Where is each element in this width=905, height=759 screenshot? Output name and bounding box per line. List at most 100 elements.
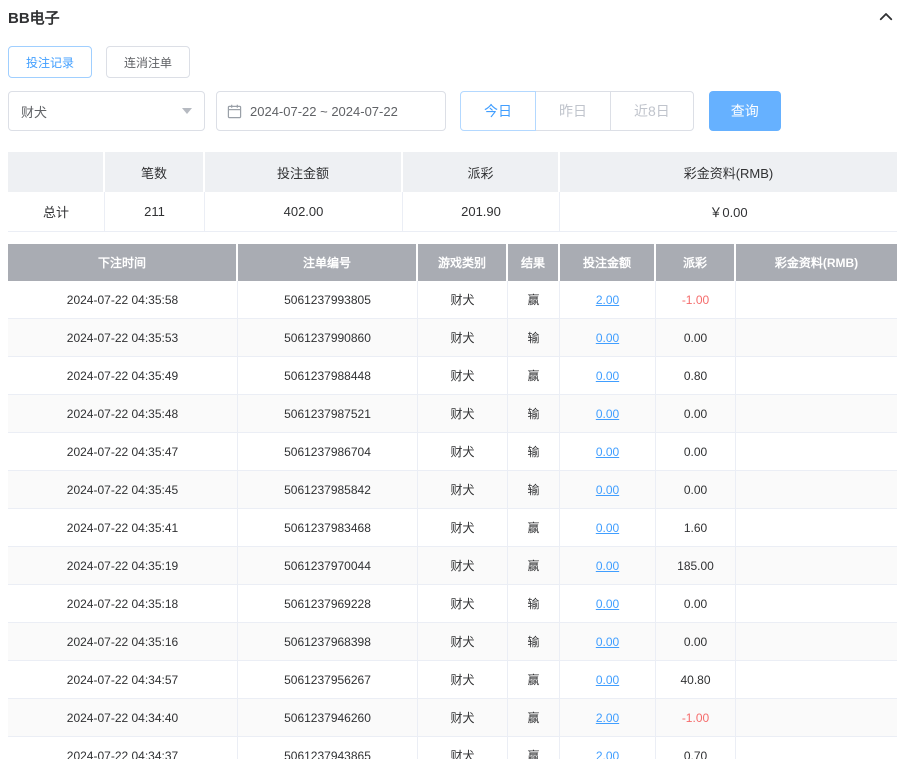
summary-payout-value: 201.90 [403, 192, 560, 231]
game-select[interactable]: 财犬 [8, 91, 205, 131]
bet-record-row: 2024-07-22 04:34:37 5061237943865 财犬赢 2.00 0… [8, 737, 897, 759]
payout-cell: 40.80 [656, 661, 736, 698]
payout-cell: 0.00 [656, 433, 736, 470]
quick-today-button[interactable]: 今日 [460, 91, 536, 131]
bet-amount-link[interactable]: 0.00 [596, 673, 619, 687]
bet-time-cell: 2024-07-22 04:35:19 [8, 547, 238, 584]
bonus-cell [736, 281, 897, 318]
summary-bet-amount-value: 402.00 [205, 192, 403, 231]
result-cell: 赢 [508, 281, 560, 318]
bet-amount-link[interactable]: 0.00 [596, 369, 619, 383]
game-select-value: 财犬 [21, 104, 48, 120]
tab-bar: 投注记录 连消注单 [8, 46, 897, 78]
order-id-cell: 5061237986704 [238, 433, 418, 470]
order-id-cell: 5061237987521 [238, 395, 418, 432]
game-type-cell: 财犬 [418, 623, 508, 660]
bet-amount-link[interactable]: 0.00 [596, 521, 619, 535]
payout-cell: -1.00 [656, 699, 736, 736]
game-type-cell: 财犬 [418, 319, 508, 356]
bet-time-cell: 2024-07-22 04:35:41 [8, 509, 238, 546]
bet-record-row: 2024-07-22 04:35:49 5061237988448 财犬赢 0.00 0… [8, 357, 897, 395]
bet-time-cell: 2024-07-22 04:34:57 [8, 661, 238, 698]
order-id-cell: 5061237946260 [238, 699, 418, 736]
game-type-cell: 财犬 [418, 699, 508, 736]
bet-time-cell: 2024-07-22 04:35:45 [8, 471, 238, 508]
result-cell: 赢 [508, 699, 560, 736]
summary-bonus-value: ￥0.00 [560, 192, 897, 231]
bet-record-row: 2024-07-22 04:35:18 5061237969228 财犬输 0.00 0… [8, 585, 897, 623]
bonus-cell [736, 737, 897, 759]
bet-record-row: 2024-07-22 04:35:58 5061237993805 财犬赢 2.00 -… [8, 281, 897, 319]
header-bonus: 彩金资料(RMB) [736, 244, 897, 281]
result-cell: 输 [508, 585, 560, 622]
game-type-cell: 财犬 [418, 357, 508, 394]
bet-amount-cell: 0.00 [560, 623, 656, 660]
bonus-cell [736, 623, 897, 660]
payout-cell: -1.00 [656, 281, 736, 318]
payout-cell: 185.00 [656, 547, 736, 584]
bet-record-row: 2024-07-22 04:35:45 5061237985842 财犬输 0.00 0… [8, 471, 897, 509]
bet-amount-cell: 0.00 [560, 661, 656, 698]
bonus-cell [736, 509, 897, 546]
order-id-cell: 5061237970044 [238, 547, 418, 584]
bet-amount-link[interactable]: 0.00 [596, 559, 619, 573]
search-button[interactable]: 查询 [708, 91, 781, 131]
bet-amount-link[interactable]: 0.00 [596, 331, 619, 345]
result-cell: 输 [508, 395, 560, 432]
result-cell: 赢 [508, 737, 560, 759]
header-game-type: 游戏类别 [418, 244, 508, 281]
header-bet-time: 下注时间 [8, 244, 238, 281]
bonus-cell [736, 319, 897, 356]
payout-cell: 0.00 [656, 395, 736, 432]
bet-record-row: 2024-07-22 04:35:53 5061237990860 财犬输 0.00 0… [8, 319, 897, 357]
bet-time-cell: 2024-07-22 04:34:40 [8, 699, 238, 736]
bet-amount-link[interactable]: 0.00 [596, 483, 619, 497]
order-id-cell: 5061237968398 [238, 623, 418, 660]
bet-amount-cell: 0.00 [560, 433, 656, 470]
header-bet-amount: 投注金额 [560, 244, 656, 281]
bet-time-cell: 2024-07-22 04:35:47 [8, 433, 238, 470]
bet-amount-link[interactable]: 0.00 [596, 407, 619, 421]
date-range-input[interactable]: 2024-07-22 ~ 2024-07-22 [216, 91, 446, 131]
panel-title: BB电子 [8, 9, 60, 27]
bet-amount-link[interactable]: 2.00 [596, 711, 619, 725]
bet-amount-link[interactable]: 0.00 [596, 445, 619, 459]
order-id-cell: 5061237983468 [238, 509, 418, 546]
collapse-panel-button[interactable] [877, 8, 897, 26]
order-id-cell: 5061237956267 [238, 661, 418, 698]
quick-date-button-group: 今日 昨日 近8日 [460, 91, 694, 131]
bet-amount-link[interactable]: 2.00 [596, 749, 619, 759]
summary-header-payout: 派彩 [403, 152, 560, 192]
result-cell: 赢 [508, 547, 560, 584]
game-type-cell: 财犬 [418, 737, 508, 759]
order-id-cell: 5061237985842 [238, 471, 418, 508]
calendar-icon [227, 104, 242, 119]
bet-record-row: 2024-07-22 04:35:48 5061237987521 财犬输 0.00 0… [8, 395, 897, 433]
bet-amount-link[interactable]: 0.00 [596, 597, 619, 611]
header-order-id: 注单编号 [238, 244, 418, 281]
bet-record-row: 2024-07-22 04:35:41 5061237983468 财犬赢 0.00 1… [8, 509, 897, 547]
summary-count-value: 211 [105, 192, 205, 231]
bet-record-row: 2024-07-22 04:34:57 5061237956267 财犬赢 0.00 4… [8, 661, 897, 699]
result-cell: 输 [508, 433, 560, 470]
result-cell: 输 [508, 623, 560, 660]
payout-cell: 0.00 [656, 585, 736, 622]
summary-header-bonus: 彩金资料(RMB) [560, 152, 897, 192]
bet-amount-link[interactable]: 0.00 [596, 635, 619, 649]
bonus-cell [736, 699, 897, 736]
bonus-cell [736, 395, 897, 432]
tab-bet-records[interactable]: 投注记录 [8, 46, 93, 78]
bet-table-header-row: 下注时间 注单编号 游戏类别 结果 投注金额 派彩 彩金资料(RMB) [8, 244, 897, 281]
bet-amount-cell: 0.00 [560, 357, 656, 394]
quick-yesterday-button[interactable]: 昨日 [535, 91, 611, 131]
bet-record-row: 2024-07-22 04:34:40 5061237946260 财犬赢 2.00 -… [8, 699, 897, 737]
result-cell: 输 [508, 319, 560, 356]
game-type-cell: 财犬 [418, 547, 508, 584]
bonus-cell [736, 471, 897, 508]
bet-amount-link[interactable]: 2.00 [596, 293, 619, 307]
bet-amount-cell: 0.00 [560, 509, 656, 546]
quick-last8days-button[interactable]: 近8日 [610, 91, 694, 131]
summary-header-bet-amount: 投注金额 [205, 152, 403, 192]
bet-records-panel: BB电子 投注记录 连消注单 财犬 2024-07-22 ~ 2024-07-2… [0, 0, 905, 759]
tab-chain-cancel-orders[interactable]: 连消注单 [106, 46, 191, 78]
